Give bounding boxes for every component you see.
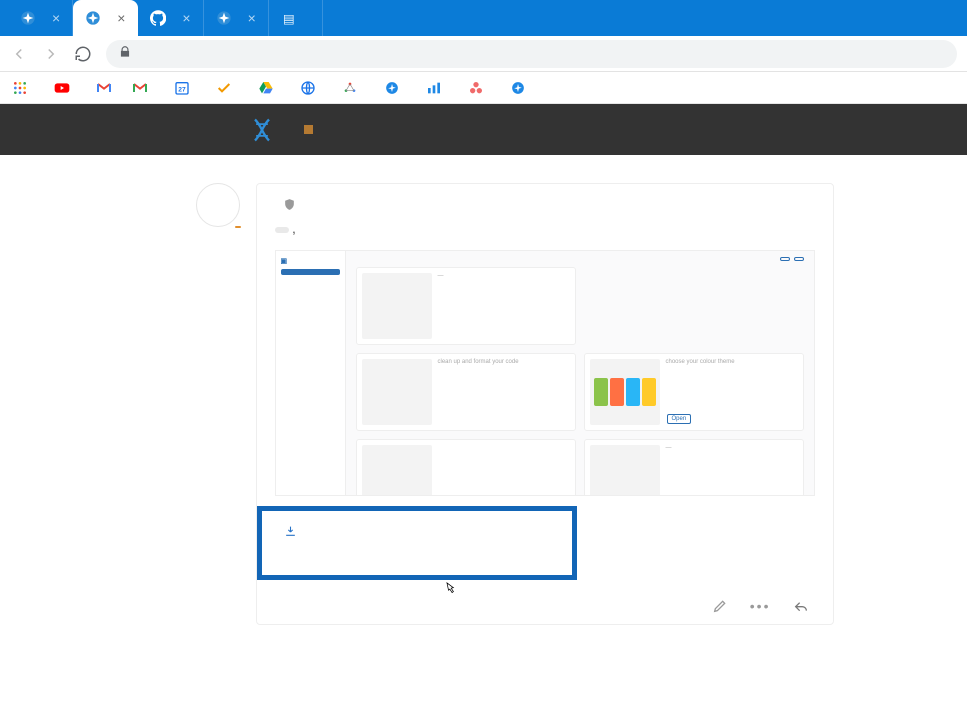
attachment-link[interactable] bbox=[284, 525, 556, 541]
bookmark-drive[interactable] bbox=[258, 80, 280, 96]
highlighted-attachment-box bbox=[257, 506, 577, 580]
close-icon[interactable]: × bbox=[182, 10, 190, 26]
browser-toolbar bbox=[0, 36, 967, 72]
avatar-badge bbox=[235, 226, 241, 228]
forward-icon[interactable] bbox=[42, 45, 60, 63]
shot-side-item bbox=[281, 279, 340, 285]
bookmark-calendar[interactable]: 27 bbox=[174, 80, 196, 96]
github-icon bbox=[150, 10, 166, 26]
shot-side-item bbox=[281, 299, 340, 305]
address-bar[interactable] bbox=[106, 40, 957, 68]
bookmark-gmail[interactable] bbox=[132, 80, 154, 96]
shot-card: choose your colour themeOpen bbox=[584, 353, 804, 431]
page-body: , bbox=[0, 155, 967, 709]
globe-icon bbox=[300, 80, 316, 96]
browser-tab[interactable]: × bbox=[204, 0, 269, 36]
mention-chip[interactable] bbox=[275, 227, 289, 233]
browser-tab[interactable]: × bbox=[73, 0, 138, 36]
browser-tab[interactable]: × bbox=[138, 0, 203, 36]
post-footer: ••• bbox=[275, 598, 815, 614]
bookmark-edna[interactable] bbox=[510, 80, 532, 96]
time-gap-label bbox=[194, 157, 834, 183]
avatar[interactable] bbox=[196, 183, 240, 227]
close-icon[interactable]: × bbox=[52, 10, 60, 26]
bookmark-apps[interactable] bbox=[12, 80, 34, 96]
compass-icon bbox=[20, 10, 36, 26]
reload-icon[interactable] bbox=[74, 45, 92, 63]
bookmarks-bar: 27 bbox=[0, 72, 967, 104]
shot-card: clean up and format your code bbox=[356, 353, 576, 431]
back-icon[interactable] bbox=[10, 45, 28, 63]
compass-icon bbox=[384, 80, 400, 96]
bookmark-intranet[interactable] bbox=[300, 80, 322, 96]
browser-tabstrip: × × × × ▤ bbox=[0, 0, 967, 36]
bookmark-ah[interactable] bbox=[426, 80, 448, 96]
forum-post: , bbox=[194, 183, 834, 625]
youtube-icon bbox=[54, 80, 70, 96]
shot-card: ✓ bbox=[356, 439, 576, 496]
reply-button[interactable] bbox=[793, 598, 815, 614]
gmail-icon bbox=[132, 80, 148, 96]
asana-icon bbox=[468, 80, 484, 96]
check-icon bbox=[216, 80, 232, 96]
compass-icon bbox=[216, 10, 232, 26]
bookmark-asana[interactable] bbox=[468, 80, 490, 96]
bookmark-forum[interactable] bbox=[384, 80, 406, 96]
grid-icon: ▤ bbox=[281, 10, 297, 26]
pencil-icon[interactable] bbox=[712, 598, 728, 614]
browser-tab[interactable]: × bbox=[8, 0, 73, 36]
brand-logo[interactable] bbox=[248, 116, 290, 144]
topic-category[interactable] bbox=[304, 125, 318, 134]
dna-icon bbox=[248, 116, 276, 144]
more-icon[interactable]: ••• bbox=[750, 598, 771, 614]
close-icon[interactable]: × bbox=[248, 10, 256, 26]
apps-grid-icon bbox=[12, 80, 28, 96]
post-header bbox=[275, 198, 815, 214]
svg-text:27: 27 bbox=[178, 86, 186, 93]
close-icon[interactable]: × bbox=[117, 10, 125, 26]
shield-icon bbox=[283, 198, 296, 214]
dots-icon bbox=[342, 80, 358, 96]
shot-side-item bbox=[281, 289, 340, 295]
site-header bbox=[0, 104, 967, 155]
bookmark-gmail-icon[interactable] bbox=[96, 80, 112, 96]
lock-icon bbox=[118, 45, 132, 62]
shot-card: — bbox=[584, 439, 804, 496]
embedded-screenshot[interactable]: — clean up and format your code choose y… bbox=[275, 250, 815, 496]
shot-side-item bbox=[281, 269, 340, 275]
browser-tab[interactable]: ▤ bbox=[269, 0, 323, 36]
drive-icon bbox=[258, 80, 274, 96]
download-icon bbox=[284, 525, 297, 541]
bookmark-yt[interactable] bbox=[54, 80, 76, 96]
compass-icon bbox=[510, 80, 526, 96]
compass-icon bbox=[85, 10, 101, 26]
shot-logo bbox=[281, 257, 340, 265]
bookmark-webta[interactable] bbox=[342, 80, 364, 96]
calendar-icon: 27 bbox=[174, 80, 190, 96]
topic-header bbox=[304, 125, 318, 134]
shot-card: — bbox=[356, 267, 576, 345]
bars-icon bbox=[426, 80, 442, 96]
bookmark-toodledo[interactable] bbox=[216, 80, 238, 96]
category-swatch-icon bbox=[304, 125, 313, 134]
shot-top-buttons bbox=[780, 257, 804, 261]
gmail-m-icon bbox=[96, 80, 112, 96]
